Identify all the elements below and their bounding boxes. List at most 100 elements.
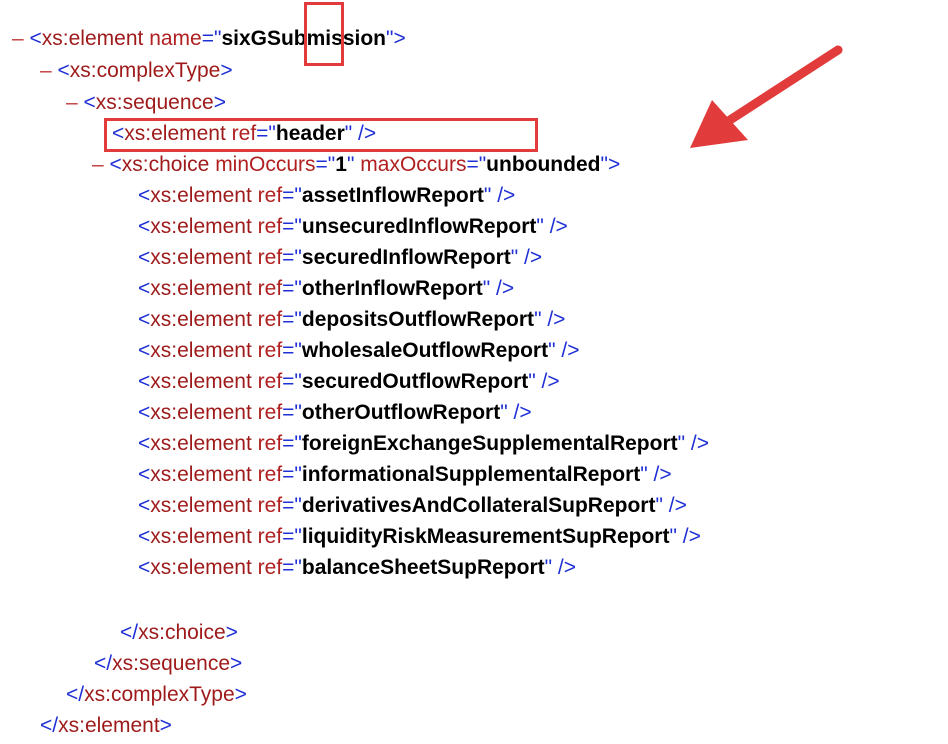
tag-name: xs:complexType — [84, 683, 235, 706]
tag-name: xs:element — [150, 184, 252, 207]
choice-element-ref: <xs:element ref="wholesaleOutflowReport"… — [138, 336, 579, 366]
choice-element-ref: <xs:element ref="securedInflowReport" /> — [138, 243, 542, 273]
tag-name: xs:element — [150, 556, 252, 579]
attr-value: liquidityRiskMeasurementSupReport — [301, 525, 670, 548]
tag-bracket: > — [220, 59, 233, 82]
tag-bracket: < — [83, 91, 96, 114]
attr-name: ref — [257, 401, 283, 424]
attr-value: unsecuredInflowReport — [301, 215, 537, 238]
tag-bracket: " /> — [500, 401, 532, 424]
choice-element-ref: <xs:element ref="securedOutflowReport" /… — [138, 367, 560, 397]
tag-bracket: > — [230, 652, 243, 675]
tag-bracket: < — [138, 556, 151, 579]
tag-bracket: < — [29, 27, 42, 50]
choice-element-ref: <xs:element ref="liquidityRiskMeasuremen… — [138, 522, 701, 552]
tag-name: xs:element — [150, 308, 252, 331]
attr-equals: =" — [282, 246, 302, 269]
collapse-twisty[interactable]: – — [40, 59, 52, 82]
choice-element-ref: <xs:element ref="depositsOutflowReport" … — [138, 305, 565, 335]
xml-line-choice-end: </xs:choice> — [120, 618, 238, 648]
choice-element-ref: <xs:element ref="assetInflowReport" /> — [138, 181, 515, 211]
arrow-head — [690, 100, 748, 148]
attr-name: minOccurs — [215, 153, 316, 176]
attr-equals: =" — [282, 401, 302, 424]
attr-name: ref — [257, 432, 283, 455]
attr-equals: =" — [315, 153, 336, 176]
tag-bracket: " /> — [482, 277, 515, 300]
tag-bracket: < — [138, 339, 151, 362]
attr-value: securedOutflowReport — [301, 370, 529, 393]
attr-name: ref — [257, 339, 283, 362]
choice-element-ref: <xs:element ref="balanceSheetSupReport" … — [138, 553, 576, 583]
choice-element-ref: <xs:element ref="otherInflowReport" /> — [138, 274, 514, 304]
tag-bracket: < — [138, 525, 151, 548]
tag-bracket: " /> — [344, 122, 377, 145]
tag-bracket: " /> — [544, 556, 577, 579]
tag-bracket: < — [138, 432, 151, 455]
xml-line-sequence-end: </xs:sequence> — [94, 649, 242, 679]
attr-equals: =" — [282, 370, 302, 393]
attr-name: ref — [257, 494, 283, 517]
tag-name: xs:sequence — [112, 652, 231, 675]
attr-name: ref — [257, 463, 283, 486]
tag-bracket: < — [138, 370, 151, 393]
tag-bracket: < — [138, 494, 151, 517]
attr-value: wholesaleOutflowReport — [301, 339, 549, 362]
attr-equals: =" — [282, 432, 302, 455]
choice-element-ref: <xs:element ref="foreignExchangeSuppleme… — [138, 429, 709, 459]
tag-bracket: "> — [600, 153, 621, 176]
attr-name: ref — [257, 215, 283, 238]
attr-equals: =" — [282, 556, 302, 579]
tag-bracket: < — [138, 184, 151, 207]
attr-name: ref — [257, 370, 283, 393]
tag-bracket: " /> — [640, 463, 672, 486]
tag-bracket: > — [234, 683, 247, 706]
attr-value: sixGSubmission — [221, 27, 386, 50]
attr-value: 1 — [335, 153, 347, 176]
tag-bracket: < — [138, 401, 151, 424]
tag-bracket: </ — [66, 683, 85, 706]
collapse-twisty[interactable]: – — [12, 27, 24, 50]
collapse-twisty[interactable]: – — [92, 153, 104, 176]
tag-bracket: < — [109, 153, 122, 176]
xml-line-choice: – <xs:choice minOccurs="1" maxOccurs="un… — [92, 150, 620, 180]
attr-value: unbounded — [486, 153, 601, 176]
attr-equals: =" — [282, 184, 302, 207]
tag-bracket: < — [138, 308, 151, 331]
tag-bracket: < — [138, 215, 151, 238]
xml-line-complextype-end: </xs:complexType> — [66, 680, 247, 710]
attr-name: ref — [257, 246, 283, 269]
tag-name: xs:sequence — [95, 91, 214, 114]
attr-equals: =" — [201, 27, 222, 50]
attr-name: ref — [257, 184, 283, 207]
tag-bracket: " /> — [536, 215, 568, 238]
attr-name: maxOccurs — [360, 153, 467, 176]
tag-bracket: " /> — [534, 308, 566, 331]
tag-bracket: < — [112, 122, 125, 145]
tag-bracket: < — [138, 277, 151, 300]
tag-name: xs:complexType — [69, 59, 221, 82]
attr-name: ref — [257, 308, 283, 331]
attr-name: ref — [231, 122, 257, 145]
tag-name: xs:element — [124, 122, 226, 145]
arrow-shaft — [725, 45, 843, 125]
tag-bracket: > — [213, 91, 226, 114]
tag-name: xs:element — [150, 463, 252, 486]
attr-equals: =" — [282, 308, 302, 331]
tag-bracket: </ — [40, 714, 59, 737]
xml-line-root: – <xs:element name="sixGSubmission"> — [12, 24, 406, 54]
attr-name: ref — [257, 277, 283, 300]
attr-equals: =" — [282, 525, 302, 548]
attr-equals: =" — [466, 153, 487, 176]
tag-bracket: " /> — [548, 339, 580, 362]
tag-name: xs:element — [150, 525, 252, 548]
tag-bracket: " /> — [677, 432, 710, 455]
tag-name: xs:choice — [121, 153, 210, 176]
choice-element-ref: <xs:element ref="informationalSupplement… — [138, 460, 672, 490]
attr-value: balanceSheetSupReport — [301, 556, 545, 579]
collapse-twisty[interactable]: – — [66, 91, 78, 114]
xml-line-sequence: – <xs:sequence> — [66, 88, 226, 118]
attr-quote: " — [346, 153, 355, 176]
attr-value: assetInflowReport — [301, 184, 484, 207]
tag-bracket: </ — [120, 621, 139, 644]
